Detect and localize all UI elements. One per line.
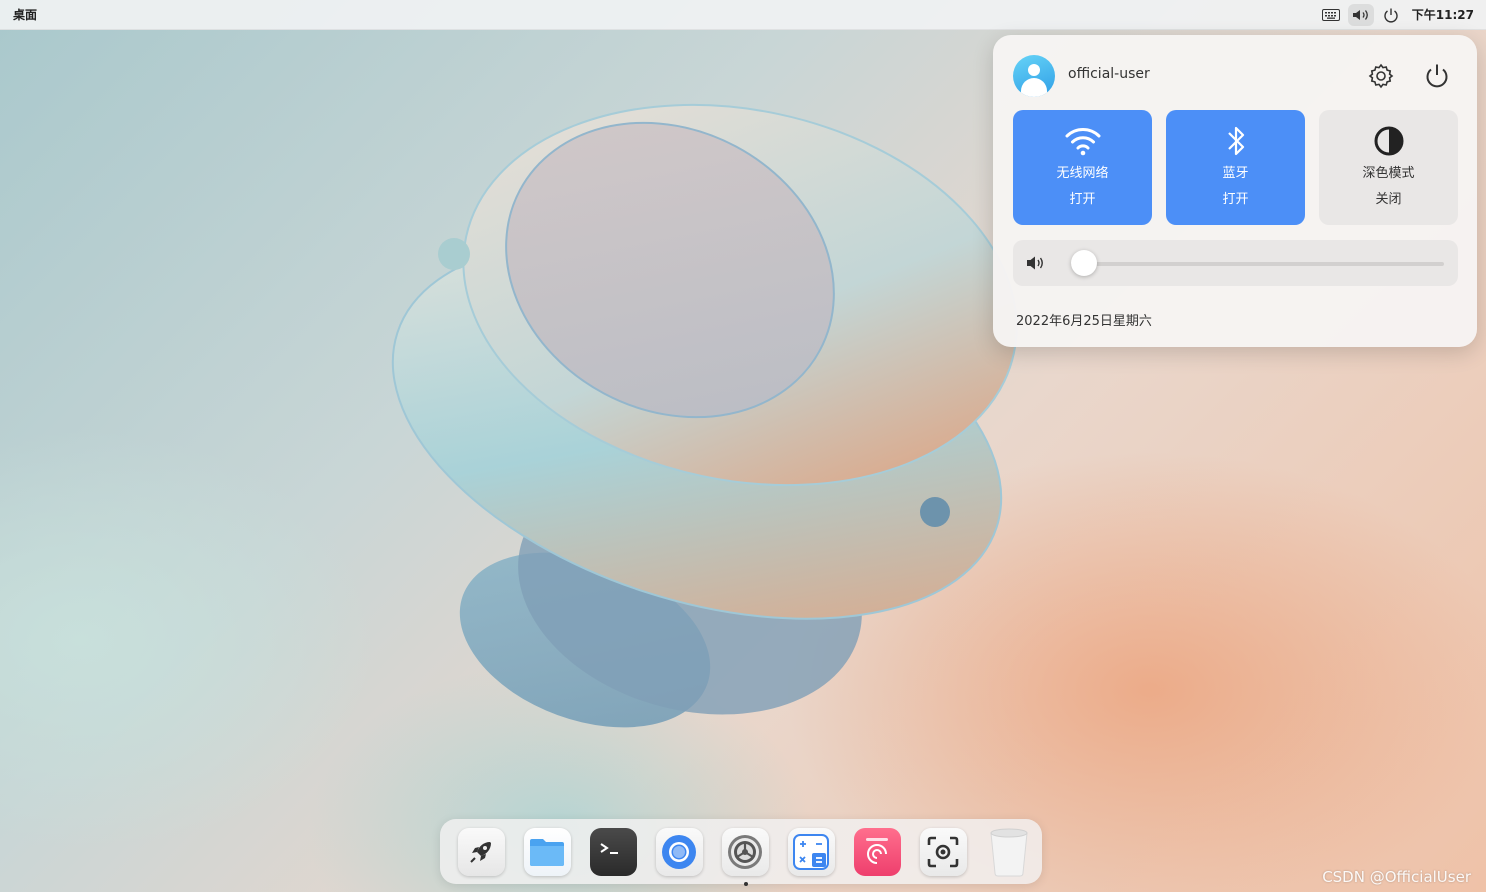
wifi-icon [1064,124,1102,158]
dark-mode-state: 关闭 [1375,192,1402,207]
username: official-user [1068,66,1150,82]
quick-toggles: 无线网络 打开 蓝牙 打开 深色模式 关闭 [1013,110,1472,225]
volume-slider[interactable] [1013,240,1458,286]
running-indicator [743,881,748,886]
volume-knob[interactable] [1071,250,1097,276]
top-panel: 桌面 下午11:27 [0,0,1486,30]
power-icon[interactable] [1378,4,1404,26]
file-manager-icon[interactable] [523,827,571,876]
bluetooth-label: 蓝牙 [1222,166,1249,181]
dark-mode-icon [1373,124,1405,158]
wifi-state: 打开 [1069,192,1096,207]
wifi-toggle[interactable]: 无线网络 打开 [1013,110,1152,225]
settings-gear-icon[interactable] [1364,59,1398,93]
dock [440,819,1042,886]
user-avatar[interactable] [1013,55,1055,97]
bluetooth-state: 打开 [1222,192,1249,207]
shutdown-icon[interactable] [1420,59,1454,93]
control-center: official-user 无线网络 打开 蓝牙 打开 深色模式 关闭 2022… [993,35,1477,347]
volume-icon[interactable] [1347,3,1374,26]
system-settings-icon[interactable] [721,827,769,886]
app-store-icon[interactable] [853,827,901,876]
calculator-icon[interactable] [787,827,835,876]
trash-icon[interactable] [986,828,1033,876]
desktop-label: 桌面 [13,8,38,22]
date-label: 2022年6月25日星期六 [1016,314,1152,329]
terminal-icon[interactable] [589,827,637,876]
watermark-text: CSDN @OfficialUser [1322,868,1471,886]
wifi-label: 无线网络 [1056,166,1109,181]
browser-icon[interactable] [655,827,703,876]
launcher-icon[interactable] [457,827,505,876]
system-tray: 下午11:27 [1314,0,1474,29]
dark-mode-toggle[interactable]: 深色模式 关闭 [1319,110,1458,225]
speaker-icon[interactable] [1026,254,1046,272]
bluetooth-icon [1224,124,1248,158]
volume-track[interactable] [1071,262,1444,266]
keyboard-icon[interactable] [1318,4,1344,26]
clock[interactable]: 下午11:27 [1412,6,1474,23]
bluetooth-toggle[interactable]: 蓝牙 打开 [1166,110,1305,225]
screenshot-icon[interactable] [919,827,967,876]
dark-mode-label: 深色模式 [1362,166,1415,181]
